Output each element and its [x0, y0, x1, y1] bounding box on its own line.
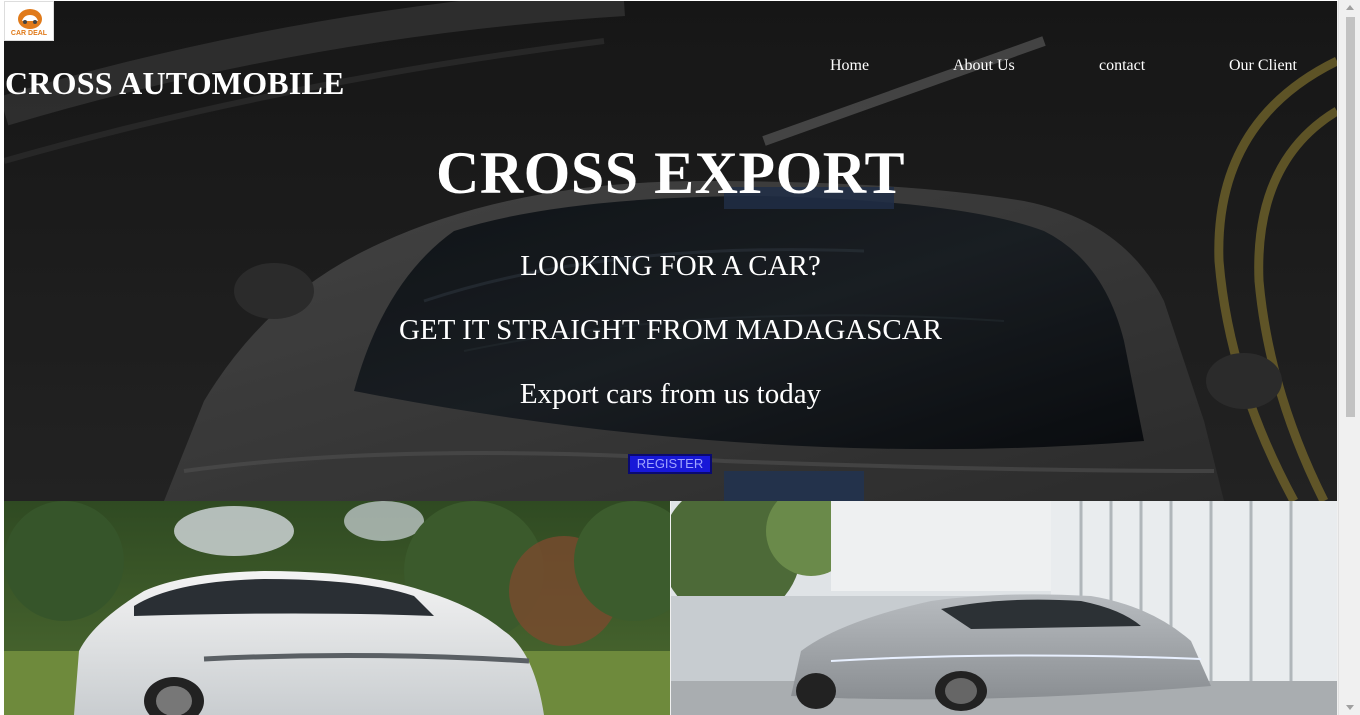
nav-item-about-us[interactable]: About Us [953, 57, 1015, 75]
scroll-up-arrow-icon[interactable] [1346, 5, 1354, 10]
hero-tagline-1: LOOKING FOR A CAR? [520, 250, 821, 282]
white-electric-sedan-image [4, 501, 670, 715]
car-deal-logo-icon [18, 9, 42, 29]
hero-tagline-2: GET IT STRAIGHT FROM MADAGASCAR [398, 314, 942, 346]
page-left-edge [0, 0, 4, 715]
nav-item-contact[interactable]: contact [1099, 57, 1145, 75]
scrollbar-thumb[interactable] [1346, 17, 1355, 417]
gallery-image-right [671, 501, 1337, 715]
hero-section: CAR DEAL CROSS AUTOMOBILE Home About Us … [4, 1, 1337, 501]
main-nav: Home About Us contact Our Client [4, 57, 1337, 79]
silver-electric-sedan-image [671, 501, 1337, 715]
page: CAR DEAL CROSS AUTOMOBILE Home About Us … [0, 0, 1360, 715]
nav-item-home[interactable]: Home [830, 57, 869, 75]
nav-item-our-client[interactable]: Our Client [1229, 57, 1297, 75]
register-button[interactable]: REGISTER [628, 454, 712, 474]
page-top-edge [0, 0, 1338, 1]
hero-title: CROSS EXPORT [436, 140, 905, 206]
scroll-down-arrow-icon[interactable] [1346, 705, 1354, 710]
logo-text: CAR DEAL [10, 30, 48, 37]
car-deal-logo[interactable]: CAR DEAL [4, 1, 54, 41]
hero-tagline-3: Export cars from us today [519, 378, 822, 410]
vertical-scrollbar[interactable] [1338, 0, 1360, 715]
gallery-image-left [4, 501, 670, 715]
